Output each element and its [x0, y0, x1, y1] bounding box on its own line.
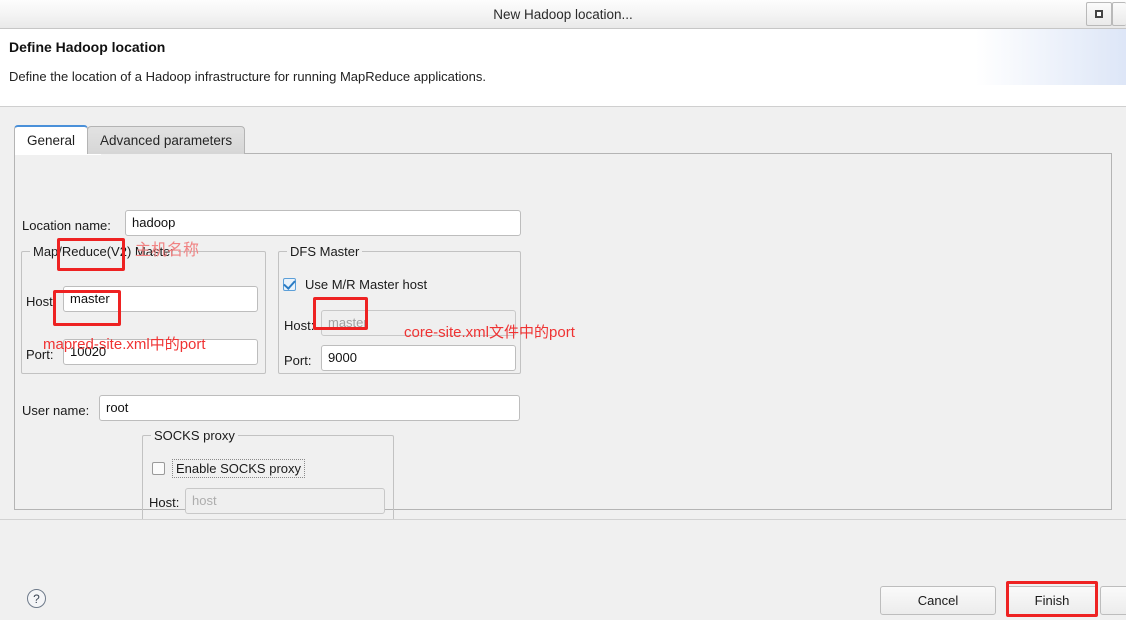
- tab-advanced-parameters[interactable]: Advanced parameters: [87, 126, 246, 154]
- use-mr-master-host-checkbox[interactable]: [283, 278, 296, 291]
- window-controls: [1086, 2, 1126, 26]
- use-mr-master-host-label: Use M/R Master host: [305, 277, 428, 292]
- user-name-label: User name:: [22, 403, 90, 418]
- header-gradient-decoration: [976, 29, 1126, 85]
- dfs-port-label: Port:: [284, 353, 312, 368]
- socks-proxy-group-title: SOCKS proxy: [151, 428, 238, 443]
- dialog-header: Define Hadoop location Define the locati…: [0, 29, 1126, 107]
- page-description: Define the location of a Hadoop infrastr…: [9, 69, 486, 84]
- enable-socks-proxy-label: Enable SOCKS proxy: [172, 459, 306, 478]
- socks-host-input[interactable]: host: [185, 488, 385, 514]
- maximize-restore-button[interactable]: [1086, 2, 1112, 26]
- dfs-master-group-title: DFS Master: [287, 244, 363, 259]
- location-name-input[interactable]: hadoop: [125, 210, 521, 236]
- tab-strip: General Advanced parameters: [14, 125, 246, 154]
- page-title: Define Hadoop location: [9, 39, 166, 55]
- mr-host-input[interactable]: master: [63, 286, 258, 312]
- annotation-hostname-note: 主机名称: [135, 242, 200, 259]
- window-titlebar: New Hadoop location...: [0, 0, 1126, 29]
- finish-button[interactable]: Finish: [1006, 586, 1098, 615]
- user-name-input[interactable]: root: [99, 395, 520, 421]
- enable-socks-proxy-checkbox[interactable]: [152, 462, 165, 475]
- dialog-body: General Advanced parameters Location nam…: [0, 107, 1126, 565]
- restore-icon: [1095, 10, 1103, 18]
- annotation-coresite-note: core-site.xml文件中的port: [404, 324, 575, 341]
- dfs-host-label: Host:: [284, 318, 315, 333]
- mr-host-label: Host:: [26, 294, 57, 309]
- socks-host-label: Host:: [149, 495, 180, 510]
- tab-general[interactable]: General: [14, 125, 89, 154]
- annotation-mapred-note: mapred-site.xml中的port: [43, 336, 206, 353]
- cancel-button[interactable]: Cancel: [880, 586, 996, 615]
- new-hadoop-location-dialog: New Hadoop location... Define Hadoop loc…: [0, 0, 1126, 620]
- close-button[interactable]: [1112, 2, 1126, 26]
- dfs-port-input[interactable]: 9000: [321, 345, 516, 371]
- extra-button-partial[interactable]: [1100, 586, 1126, 615]
- help-icon[interactable]: ?: [27, 589, 46, 608]
- location-name-label: Location name:: [22, 218, 111, 233]
- window-title: New Hadoop location...: [493, 7, 633, 22]
